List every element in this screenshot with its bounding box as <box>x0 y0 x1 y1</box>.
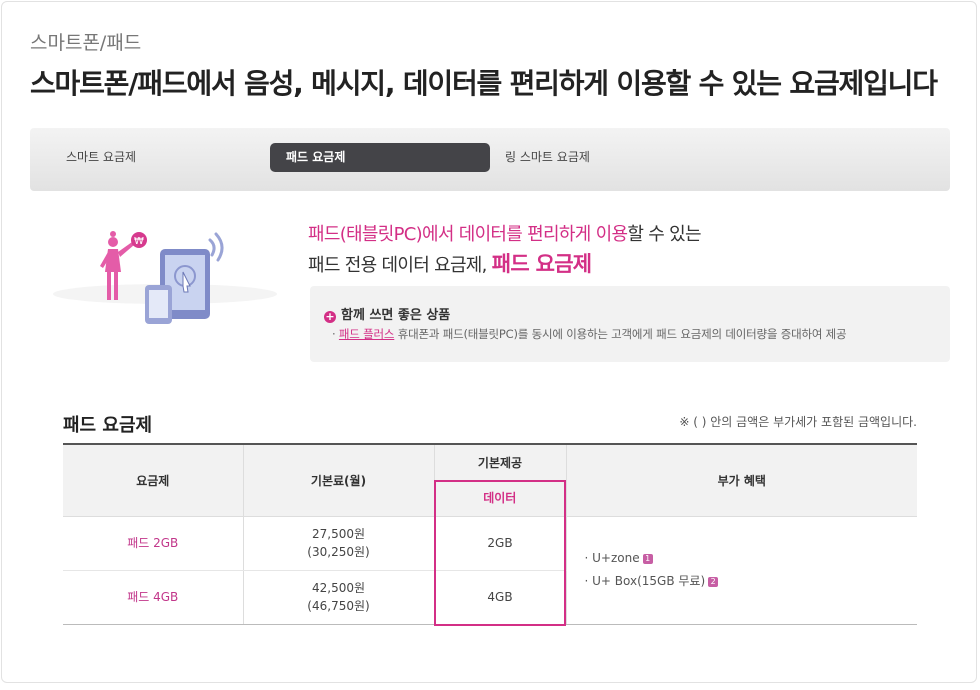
col-header-basic: 기본제공 <box>433 443 566 480</box>
hero-line-1: 패드(태블릿PC)에서 데이터를 편리하게 이용할 수 있는 <box>308 220 702 246</box>
benefit-text: U+zone <box>592 551 640 565</box>
breadcrumb: 스마트폰/패드 <box>30 32 142 54</box>
plan-data: 2GB <box>433 516 566 571</box>
related-product-desc-text: 휴대폰과 패드(태블릿PC)를 동시에 이용하는 고객에게 패드 요금제의 데이… <box>397 327 847 341</box>
plan-fee: 27,500원 (30,250원) <box>242 516 434 571</box>
plan-data: 4GB <box>433 570 566 625</box>
table-row: 패드 2GB 27,500원 (30,250원) 2GB · U+zone 1 · … <box>63 516 917 625</box>
col-header-plan: 요금제 <box>63 443 243 517</box>
col-header-data: 데이터 <box>434 480 566 517</box>
plan-name: 패드 2GB <box>63 516 243 571</box>
pad-plus-link[interactable]: 패드 플러스 <box>339 327 395 341</box>
svg-text:₩: ₩ <box>134 236 144 247</box>
col-header-benefit: 부가 혜택 <box>565 443 917 517</box>
footnote-badge[interactable]: 2 <box>708 577 719 587</box>
plus-circle-icon: + <box>324 310 336 323</box>
hero-highlight-text: 패드(태블릿PC)에서 데이터를 편리하게 이용 <box>308 224 628 245</box>
tab-bar: 스마트 요금제 패드 요금제 링 스마트 요금제 <box>30 128 950 191</box>
fee-value: 27,500원 <box>311 527 366 541</box>
benefit-item: · U+zone 1 <box>585 547 917 570</box>
hero-line-2: 패드 전용 데이터 요금제, 패드 요금제 <box>308 248 592 278</box>
tab-ring-smart-plan[interactable]: 링 스마트 요금제 <box>505 143 590 172</box>
tab-smart-plan[interactable]: 스마트 요금제 <box>66 143 136 172</box>
related-product-box: + 함께 쓰면 좋은 상품 · 패드 플러스 휴대폰과 패드(태블릿PC)를 동시… <box>310 286 950 362</box>
related-product-title: + 함께 쓰면 좋은 상품 <box>324 304 450 323</box>
section-title: 패드 요금제 <box>63 415 153 436</box>
plan-name: 패드 4GB <box>63 570 243 625</box>
page-title: 스마트폰/패드에서 음성, 메시지, 데이터를 편리하게 이용할 수 있는 요금… <box>30 67 938 100</box>
benefit-item: · U+ Box(15GB 무료) 2 <box>585 570 917 593</box>
fee-value: 42,500원 <box>311 581 366 595</box>
plan-fee: 42,500원 (46,750원) <box>242 570 434 625</box>
benefit-cell: · U+zone 1 · U+ Box(15GB 무료) 2 <box>565 516 917 625</box>
fee-vat-value: (46,750원) <box>307 599 370 613</box>
related-product-desc: · 패드 플러스 휴대폰과 패드(태블릿PC)를 동시에 이용하는 고객에게 패… <box>332 327 847 341</box>
hero-rest-text: 할 수 있는 <box>627 224 701 245</box>
tab-pad-plan[interactable]: 패드 요금제 <box>270 143 490 172</box>
benefit-text: U+ Box(15GB 무료) <box>592 574 706 588</box>
phone-icon <box>145 285 172 324</box>
col-header-fee: 기본료(월) <box>242 443 434 517</box>
pad-illustration: ₩ <box>53 231 277 324</box>
vat-note: ※ ( ) 안의 금액은 부가세가 포함된 금액입니다. <box>679 415 917 429</box>
hero-prefix-text: 패드 전용 데이터 요금제, <box>308 255 487 276</box>
plan-table: 요금제 기본료(월) 기본제공 부가 혜택 데이터 패드 2GB 27,500원… <box>63 443 917 625</box>
footnote-badge[interactable]: 1 <box>642 554 653 564</box>
signal-waves-icon <box>208 232 224 262</box>
related-product-title-text: 함께 쓰면 좋은 상품 <box>341 308 451 323</box>
fee-vat-value: (30,250원) <box>307 545 370 559</box>
hero-plan-name: 패드 요금제 <box>491 252 592 276</box>
